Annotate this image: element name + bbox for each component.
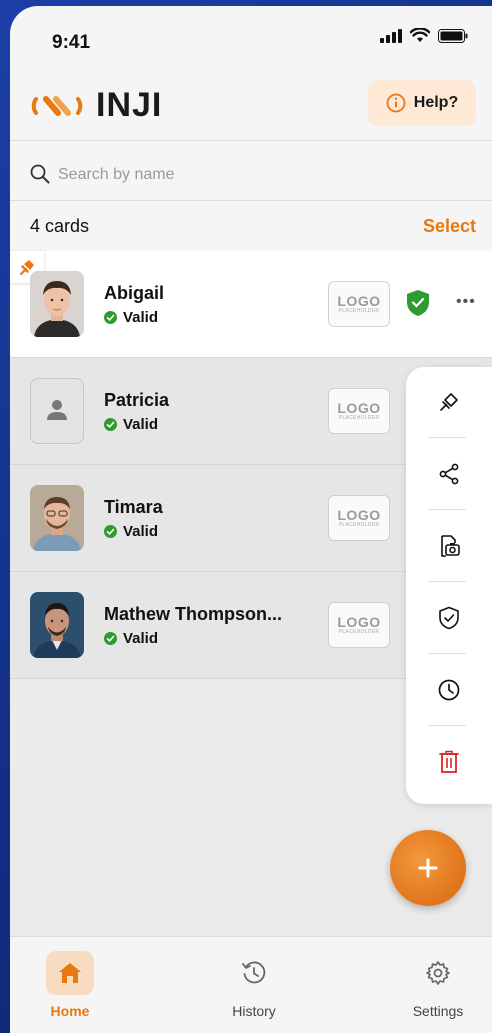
issuer-logo-placeholder: LOGO PLACEHOLDER: [328, 495, 390, 541]
person-photo: [30, 271, 84, 337]
card-status-label: Valid: [123, 523, 159, 540]
help-button[interactable]: Help?: [368, 80, 476, 126]
card-item[interactable]: Abigail Valid LOGO PLACEHOLDER •••: [10, 251, 492, 358]
tab-settings-label: Settings: [412, 1003, 464, 1019]
menu-separator: [428, 653, 466, 654]
tab-history[interactable]: History: [204, 951, 304, 1019]
card-status-label: Valid: [123, 416, 159, 433]
issuer-logo-placeholder: LOGO PLACEHOLDER: [328, 388, 390, 434]
delete-menu-item[interactable]: [406, 727, 492, 797]
search-icon: [30, 164, 50, 184]
card-name: Patricia: [104, 390, 170, 410]
wifi-icon: [410, 28, 430, 42]
card-name: Mathew Thompson...: [104, 604, 282, 624]
issuer-logo-placeholder: LOGO PLACEHOLDER: [328, 602, 390, 648]
pin-icon: [440, 393, 458, 411]
share-menu-item[interactable]: [406, 439, 492, 509]
signal-icon: [380, 28, 402, 43]
card-name: Timara: [104, 497, 163, 517]
clock-icon: [438, 679, 460, 701]
menu-separator: [428, 509, 466, 510]
status-bar: 9:41: [10, 6, 492, 66]
add-card-button[interactable]: [390, 830, 466, 906]
tab-home-label: Home: [50, 1003, 90, 1019]
logo-placeholder-small: PLACEHOLDER: [338, 522, 380, 528]
card-context-menu: [406, 367, 492, 804]
activate-menu-item[interactable]: [406, 583, 492, 653]
tab-home[interactable]: Home: [20, 951, 120, 1019]
share-icon: [439, 463, 459, 485]
help-label: Help?: [413, 94, 459, 111]
pin-menu-item[interactable]: [406, 367, 492, 437]
more-options-icon[interactable]: •••: [456, 293, 476, 311]
card-status-label: Valid: [123, 630, 159, 647]
menu-separator: [428, 725, 466, 726]
person-photo: [30, 592, 84, 658]
logo-placeholder-small: PLACEHOLDER: [338, 629, 380, 635]
search-bar: [10, 146, 492, 202]
card-status: Valid: [104, 630, 158, 647]
camera-id-icon: [441, 535, 460, 557]
logo-placeholder-small: PLACEHOLDER: [338, 308, 380, 314]
avatar: [30, 485, 84, 551]
tab-settings-icon-wrap: [414, 951, 462, 995]
face-verify-menu-item[interactable]: [406, 511, 492, 581]
tab-history-label: History: [232, 1003, 276, 1019]
menu-separator: [428, 581, 466, 582]
valid-check-icon: [104, 525, 117, 538]
logo-text: INJI: [96, 86, 163, 124]
card-status: Valid: [104, 523, 158, 540]
gear-icon: [426, 961, 450, 985]
inji-logo: INJI: [30, 86, 162, 125]
tab-home-icon-wrap: [46, 951, 94, 995]
search-input[interactable]: [56, 160, 440, 190]
inji-logo-mark-icon: [31, 95, 83, 116]
issuer-logo-placeholder: LOGO PLACEHOLDER: [328, 281, 390, 327]
app-header: INJI Help?: [10, 72, 492, 140]
trash-icon: [439, 750, 459, 773]
home-icon: [59, 963, 81, 983]
cards-count: 4 cards: [30, 216, 90, 236]
info-icon: [386, 93, 406, 113]
tab-history-icon-wrap: [230, 951, 278, 995]
cards-bar: 4 cards Select: [10, 208, 492, 252]
bottom-tab-bar: Home History Settings: [10, 936, 492, 1033]
menu-separator: [428, 437, 466, 438]
logo-placeholder-small: PLACEHOLDER: [338, 415, 380, 421]
search-divider: [10, 200, 492, 201]
card-name: Abigail: [104, 283, 165, 303]
person-placeholder-icon: [47, 400, 67, 420]
history-menu-item[interactable]: [406, 655, 492, 725]
valid-check-icon: [104, 418, 117, 431]
card-status: Valid: [104, 309, 158, 326]
status-time: 9:41: [52, 32, 91, 53]
person-photo: [30, 485, 84, 551]
logo-placeholder-big: LOGO: [337, 507, 381, 523]
avatar: [30, 592, 84, 658]
plus-icon: [418, 858, 438, 878]
select-button[interactable]: Select: [423, 216, 476, 237]
valid-check-icon: [104, 311, 117, 324]
tab-settings[interactable]: Settings: [388, 951, 488, 1019]
card-status-label: Valid: [123, 309, 159, 326]
status-icons: [380, 28, 468, 43]
logo-placeholder-big: LOGO: [337, 614, 381, 630]
valid-check-icon: [104, 632, 117, 645]
header-divider: [10, 140, 492, 141]
avatar: [30, 271, 84, 337]
phone-screen: 9:41 INJI Help? Search by name 4 cards S…: [10, 6, 492, 1033]
logo-placeholder-big: LOGO: [337, 293, 381, 309]
logo-placeholder-big: LOGO: [337, 400, 381, 416]
avatar-placeholder: [30, 378, 84, 444]
shield-check-icon: [439, 606, 459, 630]
verified-shield-icon: [407, 290, 429, 316]
card-status: Valid: [104, 416, 158, 433]
history-icon: [242, 961, 266, 984]
battery-icon: [438, 28, 468, 43]
